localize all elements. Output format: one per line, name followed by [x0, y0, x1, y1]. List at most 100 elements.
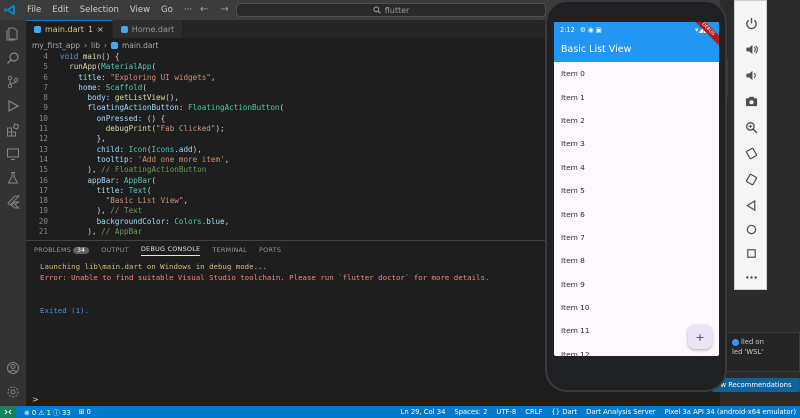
console-line: Exited (1).	[40, 306, 89, 315]
menu-edit[interactable]: Edit	[52, 5, 68, 15]
menu-selection[interactable]: Selection	[80, 5, 119, 15]
back-arrow-icon[interactable]: ←	[200, 4, 208, 15]
indentation[interactable]: Spaces: 2	[454, 408, 487, 416]
volume-up-icon[interactable]	[743, 41, 760, 58]
menu-more[interactable]: ···	[184, 5, 192, 15]
list-item[interactable]: Item 7	[554, 226, 719, 249]
menu-file[interactable]: File	[27, 5, 41, 15]
code-line[interactable]: 7 home: Scaffold(	[26, 83, 546, 93]
remote-indicator-icon[interactable]	[0, 406, 16, 418]
tab-label: Home.dart	[131, 24, 175, 34]
status-bar: ⊗ 0 ⚠ 1 ⓘ 33 ⊞ 0 Ln 29, Col 34 Spaces: 2…	[0, 406, 800, 418]
code-line[interactable]: 5 runApp(MaterialApp(	[26, 62, 546, 72]
code-line[interactable]: 18 "Basic List View",	[26, 196, 546, 206]
tab-ports[interactable]: PORTS	[259, 246, 281, 254]
analysis-server[interactable]: Dart Analysis Server	[586, 408, 655, 416]
settings-gear-icon[interactable]	[5, 384, 21, 400]
show-recommendations-button[interactable]: w Recommendations	[712, 378, 800, 392]
code-line[interactable]: 16 appBar: AppBar(	[26, 176, 546, 186]
tab-terminal[interactable]: TERMINAL	[212, 246, 247, 254]
notification-toast: lled on led 'WSL'	[725, 332, 800, 372]
line-ending[interactable]: CRLF	[525, 408, 542, 416]
search-view-icon[interactable]	[5, 50, 21, 66]
flutter-icon[interactable]	[5, 194, 21, 210]
console-line: Launching lib\main.dart on Windows in de…	[40, 262, 267, 271]
code-line[interactable]: 11 debugPrint("Fab Clicked");	[26, 124, 546, 134]
list-item[interactable]: Item 8	[554, 249, 719, 272]
code-line[interactable]: 13 child: Icon(Icons.add),	[26, 145, 546, 155]
line-content: void main() {	[60, 52, 120, 61]
line-content: "Basic List View",	[105, 196, 189, 206]
list-item[interactable]: Item 9	[554, 273, 719, 296]
line-number: 4	[43, 52, 48, 61]
tab-debug-console[interactable]: DEBUG CONSOLE	[140, 245, 201, 256]
account-icon[interactable]	[5, 360, 21, 376]
tab-home-dart[interactable]: Home.dart	[112, 20, 184, 38]
list-item[interactable]: Item 6	[554, 202, 719, 225]
list-item[interactable]: Item 1	[554, 85, 719, 108]
line-content: title: "Exploring UI widgets",	[78, 72, 216, 82]
line-content: ), // FloatingActionButton	[60, 165, 207, 175]
remote-explorer-icon[interactable]	[5, 146, 21, 162]
tab-output[interactable]: OUTPUT	[101, 246, 129, 254]
extensions-icon[interactable]	[5, 122, 21, 138]
code-line[interactable]: 15 ), // FloatingActionButton	[26, 165, 546, 175]
overview-square-icon[interactable]	[743, 245, 760, 262]
code-line[interactable]: 10 onPressed: () {	[26, 114, 546, 124]
code-editor[interactable]: 4 void main() {5 runApp(MaterialApp(6 tit…	[26, 52, 546, 236]
rotate-left-icon[interactable]	[743, 145, 760, 162]
list-view[interactable]: Item 0 Item 1 Item 2 Item 3 Item 4 Item 5 Item…	[554, 62, 719, 356]
explorer-icon[interactable]	[5, 26, 21, 42]
close-icon[interactable]: ×	[97, 25, 104, 34]
list-item[interactable]: Item 2	[554, 109, 719, 132]
list-item[interactable]: Item 0	[554, 62, 719, 85]
code-line[interactable]: 8 body: getListView(),	[26, 93, 546, 103]
encoding[interactable]: UTF-8	[496, 408, 516, 416]
run-debug-icon[interactable]	[5, 98, 21, 114]
code-line[interactable]: 12 },	[26, 134, 546, 144]
rotate-right-icon[interactable]	[743, 171, 760, 188]
testing-icon[interactable]	[5, 170, 21, 186]
cursor-position[interactable]: Ln 29, Col 34	[401, 408, 446, 416]
breadcrumb-item[interactable]: lib	[91, 41, 100, 50]
list-item[interactable]: Item 3	[554, 132, 719, 155]
code-line[interactable]: 6 title: "Exploring UI widgets",	[26, 73, 546, 83]
device-selector[interactable]: Pixel 3a API 34 (android-x64 emulator)	[665, 408, 796, 416]
camera-screenshot-icon[interactable]	[743, 93, 760, 110]
power-icon[interactable]	[743, 15, 760, 32]
line-content: ), // AppBar	[60, 227, 143, 236]
list-item[interactable]: Item 10	[554, 296, 719, 319]
line-number: 6	[43, 72, 48, 82]
problems-status[interactable]: ⊗ 0 ⚠ 1 ⓘ 33	[24, 407, 71, 417]
more-options-icon[interactable]	[743, 269, 760, 286]
volume-down-icon[interactable]	[743, 67, 760, 84]
home-circle-icon[interactable]	[743, 221, 760, 238]
source-control-icon[interactable]	[5, 74, 21, 90]
list-item[interactable]: Item 5	[554, 179, 719, 202]
back-triangle-icon[interactable]	[743, 197, 760, 214]
add-fab-button[interactable]: +	[688, 325, 712, 349]
console-prompt[interactable]: >	[32, 395, 39, 404]
tab-main-dart[interactable]: main.dart 1 ×	[26, 20, 113, 38]
ports-status[interactable]: ⊞ 0	[79, 408, 91, 416]
code-line[interactable]: 14 tooltip: 'Add one more item',	[26, 155, 546, 165]
chevron-right-icon: ›	[84, 40, 88, 50]
dart-file-icon	[110, 41, 118, 49]
list-item[interactable]: Item 4	[554, 156, 719, 179]
code-line[interactable]: 4 void main() {	[26, 52, 546, 62]
code-line[interactable]: 17 title: Text(	[26, 186, 546, 196]
forward-arrow-icon[interactable]: →	[220, 4, 228, 15]
code-line[interactable]: 21 ), // AppBar	[26, 227, 546, 236]
code-line[interactable]: 19 ), // Text	[26, 206, 546, 216]
breadcrumb-item[interactable]: my_first_app	[32, 41, 80, 50]
menu-view[interactable]: View	[130, 5, 150, 15]
zoom-icon[interactable]	[743, 119, 760, 136]
activity-bar	[0, 20, 26, 406]
menu-go[interactable]: Go	[161, 5, 173, 15]
tab-problems[interactable]: PROBLEMS 34	[34, 246, 90, 254]
language-mode[interactable]: {} Dart	[551, 408, 577, 416]
breadcrumb-item[interactable]: main.dart	[122, 41, 159, 50]
command-search-box[interactable]: flutter	[236, 3, 546, 17]
code-line[interactable]: 9 floatingActionButton: FloatingActionBu…	[26, 103, 546, 113]
code-line[interactable]: 20 backgroundColor: Colors.blue,	[26, 217, 546, 227]
